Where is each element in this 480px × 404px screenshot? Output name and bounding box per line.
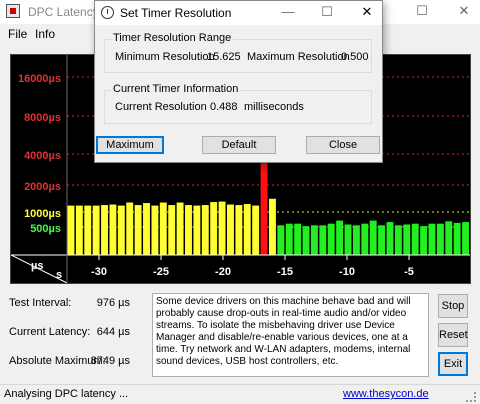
latency-bar: [277, 225, 285, 255]
x-tick-label: -5: [404, 266, 414, 278]
menu-info[interactable]: Info: [35, 27, 55, 41]
latency-bar: [420, 226, 428, 255]
dialog-minimize-icon[interactable]: —: [278, 4, 298, 20]
latency-bar: [143, 203, 150, 255]
test-interval-value: 976 µs: [96, 297, 130, 309]
absolute-maximum-value: 8749 µs: [90, 355, 130, 367]
reset-button[interactable]: Reset: [438, 323, 468, 347]
latency-bar: [235, 205, 243, 255]
latency-bar: [428, 223, 436, 255]
latency-bar: [394, 225, 402, 255]
latency-bar: [445, 221, 453, 255]
latency-bar: [134, 205, 142, 255]
app-icon: [6, 4, 20, 18]
latency-bar: [84, 205, 92, 255]
test-interval-label: Test Interval:: [9, 297, 72, 309]
latency-bar: [378, 225, 386, 255]
latency-bar: [386, 222, 394, 255]
current-resolution-label: Current Resolution: [115, 101, 207, 113]
maximize-icon[interactable]: ☐: [412, 3, 432, 19]
latency-bar: [210, 202, 218, 255]
latency-bar: [453, 222, 461, 255]
set-timer-resolution-dialog: Set Timer Resolution — ☐ ✕ Timer Resolut…: [94, 0, 383, 163]
dialog-maximize-icon[interactable]: ☐: [317, 4, 337, 20]
latency-bar: [243, 204, 251, 255]
latency-bar: [285, 223, 293, 255]
latency-bar: [227, 204, 234, 255]
latency-bar: [436, 223, 444, 255]
info-message: Some device drivers on this machine beha…: [152, 293, 429, 377]
latency-bar: [327, 223, 335, 255]
current-resolution-unit: milliseconds: [244, 101, 304, 113]
y-tick-label: 500µs: [30, 223, 61, 235]
latency-bar: [193, 205, 201, 255]
current-latency-label: Current Latency:: [9, 326, 91, 338]
close-icon[interactable]: ✕: [454, 3, 474, 19]
latency-bar: [151, 205, 159, 255]
y-axis-unit-label: µs: [31, 260, 43, 272]
latency-bar: [319, 225, 327, 255]
exit-button[interactable]: Exit: [438, 352, 468, 376]
minimum-resolution-value: 15.625: [207, 51, 241, 63]
timer-icon: [101, 6, 114, 19]
latency-bar: [352, 225, 360, 255]
latency-bar: [185, 205, 192, 255]
dialog-close-icon[interactable]: ✕: [357, 4, 377, 20]
current-latency-value: 644 µs: [96, 326, 130, 338]
latency-bar: [294, 223, 302, 255]
resize-grip-icon[interactable]: [466, 392, 476, 402]
latency-bar: [361, 223, 369, 255]
x-tick-label: -20: [215, 266, 231, 278]
latency-bar: [344, 224, 352, 255]
latency-bar: [101, 205, 108, 255]
x-axis-unit-label: s: [56, 269, 62, 281]
latency-bar: [117, 205, 125, 255]
menu-file[interactable]: File: [8, 27, 27, 41]
latency-bar: [67, 205, 75, 255]
y-tick-label: 4000µs: [24, 150, 61, 162]
stop-button[interactable]: Stop: [438, 294, 468, 318]
latency-bar: [159, 202, 167, 255]
current-timer-information-label: Current Timer Information: [111, 83, 241, 95]
y-tick-label: 2000µs: [24, 181, 61, 193]
maximum-resolution-label: Maximum Resolution: [247, 51, 350, 63]
thesycon-link[interactable]: www.thesycon.de: [343, 388, 429, 400]
status-bar: Analysing DPC latency ... www.thesycon.d…: [0, 384, 480, 404]
dialog-close-button[interactable]: Close: [306, 136, 380, 154]
latency-bar: [252, 205, 260, 255]
latency-bar: [336, 220, 344, 255]
y-tick-label: 16000µs: [18, 73, 61, 85]
latency-bar: [201, 205, 209, 255]
default-button[interactable]: Default: [202, 136, 276, 154]
dialog-title-bar: Set Timer Resolution — ☐ ✕: [95, 1, 382, 25]
status-text: Analysing DPC latency ...: [4, 388, 129, 400]
latency-bar: [302, 226, 310, 255]
x-tick-label: -30: [91, 266, 107, 278]
latency-bar: [218, 201, 226, 255]
latency-bar: [92, 205, 100, 255]
y-tick-label: 8000µs: [24, 112, 61, 124]
latency-bar: [168, 205, 176, 255]
latency-bar: [176, 202, 184, 255]
x-tick-label: -10: [339, 266, 355, 278]
latency-bar: [126, 202, 134, 255]
x-tick-label: -25: [153, 266, 169, 278]
maximum-resolution-value: 0.500: [341, 51, 369, 63]
latency-bar: [269, 198, 276, 255]
latency-bar: [109, 204, 117, 255]
y-tick-label: 1000µs: [24, 208, 61, 220]
x-tick-label: -15: [277, 266, 293, 278]
maximum-button[interactable]: Maximum: [96, 136, 164, 154]
latency-bar: [75, 205, 83, 255]
current-resolution-value: 0.488: [210, 101, 238, 113]
latency-bar: [310, 225, 318, 255]
latency-bar: [462, 222, 469, 255]
dialog-title: Set Timer Resolution: [120, 6, 232, 20]
minimum-resolution-label: Minimum Resolution: [115, 51, 215, 63]
timer-resolution-range-label: Timer Resolution Range: [111, 32, 234, 44]
latency-bar: [369, 220, 377, 255]
latency-bar: [411, 223, 419, 255]
latency-bar: [403, 224, 411, 255]
